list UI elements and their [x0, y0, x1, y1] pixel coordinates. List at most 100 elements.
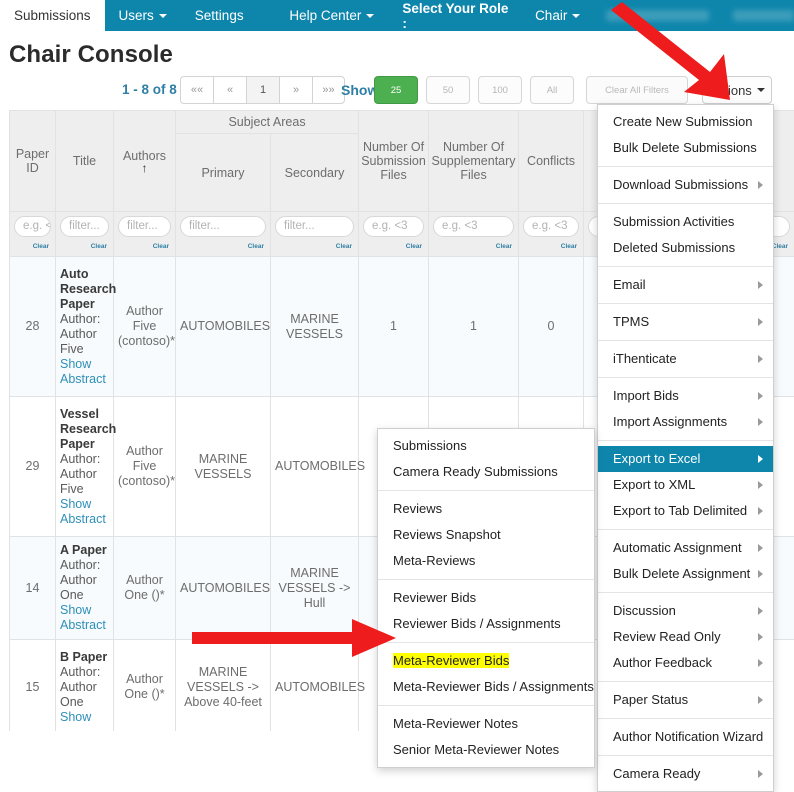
menu-item-camera-ready[interactable]: Camera Ready: [598, 761, 773, 787]
paper-author-line: Author: Author Five: [60, 312, 109, 357]
cell-paper-id: 28: [10, 257, 56, 397]
menu-item-create-new-submission[interactable]: Create New Submission: [598, 109, 773, 135]
cell-submission-files[interactable]: 1: [359, 257, 429, 397]
col-header-secondary[interactable]: Secondary: [271, 134, 359, 212]
clear-filter-link[interactable]: Clear: [523, 239, 579, 254]
menu-item-label: Bulk Delete Assignment: [613, 566, 750, 581]
page-size-25-button[interactable]: 25: [374, 76, 418, 104]
filter-input-title[interactable]: filter...: [60, 216, 109, 237]
cell-supplementary-files[interactable]: 1: [429, 257, 519, 397]
col-header-paper-id[interactable]: Paper ID: [10, 111, 56, 212]
show-link[interactable]: Show: [60, 603, 109, 618]
menu-item-author-notification-wizard[interactable]: Author Notification Wizard: [598, 724, 773, 750]
page-size-100-button[interactable]: 100: [478, 76, 522, 104]
clear-all-filters-button[interactable]: Clear All Filters: [586, 76, 688, 104]
actions-button[interactable]: Actions: [702, 76, 772, 104]
menu-item-meta-reviewer-notes[interactable]: Meta-Reviewer Notes: [378, 711, 594, 737]
chevron-right-icon: [758, 544, 763, 552]
abstract-link[interactable]: Abstract: [60, 372, 109, 387]
menu-item-export-to-tab-delimited[interactable]: Export to Tab Delimited: [598, 498, 773, 524]
menu-item-review-read-only[interactable]: Review Read Only: [598, 624, 773, 650]
abstract-link[interactable]: Abstract: [60, 618, 109, 633]
menu-item-bulk-delete-submissions[interactable]: Bulk Delete Submissions: [598, 135, 773, 161]
chevron-right-icon: [758, 570, 763, 578]
filter-input-conflicts[interactable]: e.g. <3: [523, 216, 579, 237]
filter-input-secondary[interactable]: filter...: [275, 216, 354, 237]
menu-item-camera-ready-submissions[interactable]: Camera Ready Submissions: [378, 459, 594, 485]
menu-item-meta-reviewer-bids[interactable]: Meta-Reviewer Bids: [378, 648, 594, 674]
menu-item-reviews[interactable]: Reviews: [378, 496, 594, 522]
clear-filter-link[interactable]: Clear: [275, 239, 354, 254]
clear-filter-link[interactable]: Clear: [180, 239, 266, 254]
menu-item-label: Paper Status: [613, 692, 688, 707]
clear-filter-link[interactable]: Clear: [14, 239, 51, 254]
select-your-role-label: Select Your Role :: [388, 0, 521, 31]
menu-item-reviewer-bids-assignments[interactable]: Reviewer Bids / Assignments: [378, 611, 594, 637]
nav-tab-users[interactable]: Users: [105, 0, 181, 31]
page-size-50-button[interactable]: 50: [426, 76, 470, 104]
menu-item-tpms[interactable]: TPMS: [598, 309, 773, 335]
menu-item-label: Senior Meta-Reviewer Notes: [393, 742, 559, 757]
menu-item-deleted-submissions[interactable]: Deleted Submissions: [598, 235, 773, 261]
redacted-nav-item-2: [733, 10, 794, 21]
menu-item-label: Author Feedback: [613, 655, 712, 670]
menu-item-author-feedback[interactable]: Author Feedback: [598, 650, 773, 676]
cell-title: B Paper Author: Author One Show: [56, 640, 114, 732]
pagination-controls[interactable]: «« « 1 » »»: [180, 76, 345, 104]
nav-tab-help-center[interactable]: Help Center: [275, 0, 388, 31]
page-size-all-button[interactable]: All: [530, 76, 574, 104]
nav-tab-submissions[interactable]: Submissions: [0, 0, 105, 31]
menu-item-discussion[interactable]: Discussion: [598, 598, 773, 624]
menu-item-submission-activities[interactable]: Submission Activities: [598, 209, 773, 235]
filter-input-authors[interactable]: filter...: [118, 216, 171, 237]
menu-item-meta-reviewer-bids-assignments[interactable]: Meta-Reviewer Bids / Assignments: [378, 674, 594, 700]
menu-item-import-bids[interactable]: Import Bids: [598, 383, 773, 409]
nav-tab-settings[interactable]: Settings: [181, 0, 258, 31]
menu-item-ithenticate[interactable]: iThenticate: [598, 346, 773, 372]
clear-filter-link[interactable]: Clear: [60, 239, 109, 254]
cell-title: Auto Research Paper Author: Author Five …: [56, 257, 114, 397]
menu-item-paper-status[interactable]: Paper Status: [598, 687, 773, 713]
menu-item-submissions[interactable]: Submissions: [378, 433, 594, 459]
menu-item-download-submissions[interactable]: Download Submissions: [598, 172, 773, 198]
page-prev-button[interactable]: «: [213, 76, 246, 104]
clear-filter-link[interactable]: Clear: [118, 239, 171, 254]
filter-input-submission-files[interactable]: e.g. <3: [363, 216, 424, 237]
col-header-primary[interactable]: Primary: [176, 134, 271, 212]
page-size-group[interactable]: 25 50 100 All: [374, 76, 574, 104]
chevron-down-icon: [159, 14, 167, 18]
menu-item-label: Automatic Assignment: [613, 540, 742, 555]
menu-item-export-to-xml[interactable]: Export to XML: [598, 472, 773, 498]
col-header-number-of-supplementary-files[interactable]: Number Of Supplementary Files: [429, 111, 519, 212]
menu-item-reviewer-bids[interactable]: Reviewer Bids: [378, 585, 594, 611]
page-next-button[interactable]: »: [279, 76, 312, 104]
cell-conflicts[interactable]: 0: [519, 257, 584, 397]
show-link[interactable]: Show: [60, 710, 109, 725]
menu-item-bulk-delete-assignment[interactable]: Bulk Delete Assignment: [598, 561, 773, 587]
menu-item-reviews-snapshot[interactable]: Reviews Snapshot: [378, 522, 594, 548]
filter-input-primary[interactable]: filter...: [180, 216, 266, 237]
col-header-authors[interactable]: Authors ↑: [114, 111, 176, 212]
col-header-conflicts[interactable]: Conflicts: [519, 111, 584, 212]
role-selector[interactable]: Chair: [521, 0, 594, 31]
page-first-button[interactable]: ««: [180, 76, 213, 104]
filter-input-supplementary-files[interactable]: e.g. <3: [433, 216, 514, 237]
cell-authors: Author One ()*: [114, 640, 176, 732]
menu-item-senior-meta-reviewer-notes[interactable]: Senior Meta-Reviewer Notes: [378, 737, 594, 763]
filter-input-paper-id[interactable]: e.g. <3: [14, 216, 51, 237]
chevron-right-icon: [758, 355, 763, 363]
clear-filter-link[interactable]: Clear: [433, 239, 514, 254]
col-header-number-of-submission-files[interactable]: Number Of Submission Files: [359, 111, 429, 212]
menu-item-automatic-assignment[interactable]: Automatic Assignment: [598, 535, 773, 561]
page-number-1-button[interactable]: 1: [246, 76, 279, 104]
menu-item-email[interactable]: Email: [598, 272, 773, 298]
show-link[interactable]: Show: [60, 357, 109, 372]
col-header-title[interactable]: Title: [56, 111, 114, 212]
menu-item-meta-reviews[interactable]: Meta-Reviews: [378, 548, 594, 574]
show-link[interactable]: Show: [60, 497, 109, 512]
menu-item-export-to-excel[interactable]: Export to Excel: [598, 446, 773, 472]
menu-item-import-assignments[interactable]: Import Assignments: [598, 409, 773, 435]
abstract-link[interactable]: Abstract: [60, 512, 109, 527]
clear-filter-link[interactable]: Clear: [363, 239, 424, 254]
col-label: Primary: [201, 166, 244, 180]
